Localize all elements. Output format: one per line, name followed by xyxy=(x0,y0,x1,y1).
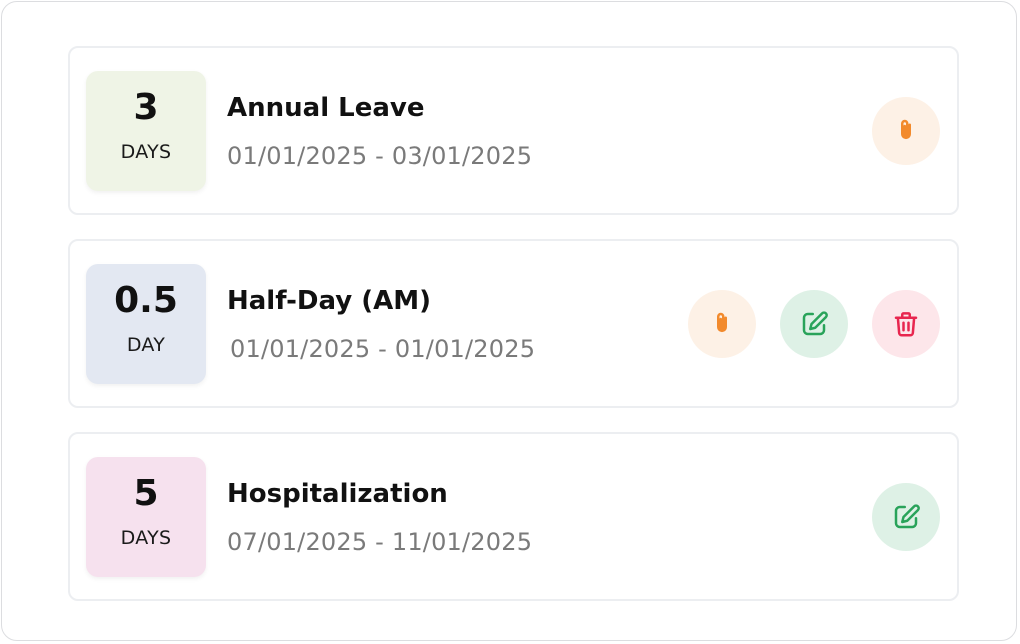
attachment-button[interactable] xyxy=(688,290,756,358)
leave-card-hospitalization[interactable]: 5 DAYS Hospitalization 07/01/2025 - 11/0… xyxy=(68,432,959,601)
days-badge: 0.5 DAY xyxy=(86,264,206,384)
leave-list-panel: 3 DAYS Annual Leave 01/01/2025 - 03/01/2… xyxy=(1,1,1017,641)
leave-date-range: 01/01/2025 - 03/01/2025 xyxy=(227,142,533,170)
edit-button[interactable] xyxy=(872,483,940,551)
days-unit: DAY xyxy=(126,334,166,356)
edit-button[interactable] xyxy=(780,290,848,358)
leave-card-halfday[interactable]: 0.5 DAY Half-Day (AM) 01/01/2025 - 01/01… xyxy=(68,239,959,408)
delete-button[interactable] xyxy=(872,290,940,358)
days-count: 5 xyxy=(133,473,159,514)
days-count: 3 xyxy=(133,87,159,128)
trash-icon xyxy=(894,312,918,337)
paperclip-icon xyxy=(717,312,727,333)
days-badge: 3 DAYS xyxy=(86,71,206,191)
edit-icon xyxy=(802,311,828,336)
leave-card-annual[interactable]: 3 DAYS Annual Leave 01/01/2025 - 03/01/2… xyxy=(68,46,959,215)
leave-date-range: 07/01/2025 - 11/01/2025 xyxy=(227,528,533,556)
paperclip-icon xyxy=(901,119,911,140)
days-unit: DAYS xyxy=(120,527,172,549)
days-unit: DAYS xyxy=(120,141,172,163)
days-badge: 5 DAYS xyxy=(86,457,206,577)
leave-date-range: 01/01/2025 - 01/01/2025 xyxy=(230,335,536,363)
leave-type-title: Hospitalization xyxy=(227,479,448,509)
leave-type-title: Half-Day (AM) xyxy=(227,286,431,316)
edit-icon xyxy=(894,504,920,529)
days-count: 0.5 xyxy=(114,280,178,321)
attachment-button[interactable] xyxy=(872,97,940,165)
leave-type-title: Annual Leave xyxy=(227,93,425,123)
